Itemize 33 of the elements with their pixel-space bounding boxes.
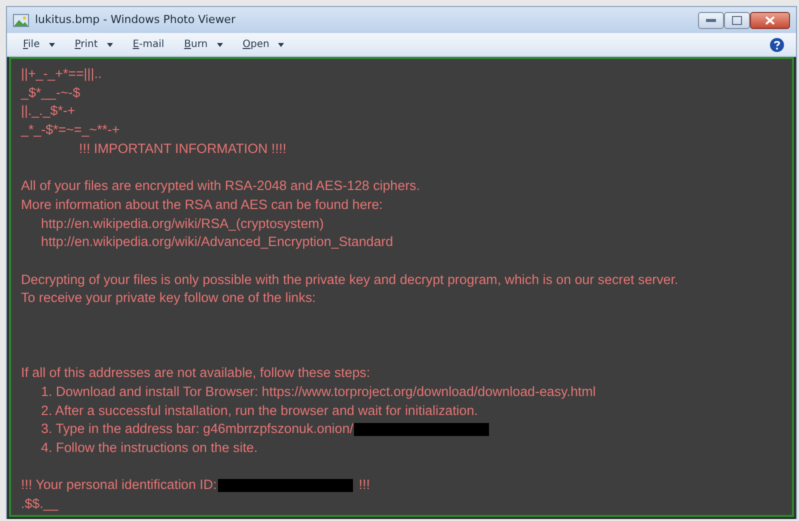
maximize-icon: [732, 16, 742, 24]
close-button[interactable]: [750, 12, 790, 28]
maximize-button[interactable]: [724, 12, 750, 28]
ascii-art-line: ||+_-_+*==|||..: [21, 65, 102, 83]
note-line: All of your files are encrypted with RSA-2048 and AES-128 ciphers.: [21, 177, 420, 196]
menu-button[interactable]: File: [23, 37, 55, 52]
note-line: Decrypting of your files is only possible with the private key and decrypt program, which is on our secret server.: [21, 270, 678, 289]
note-line: To receive your private key follow one of the links:: [21, 289, 316, 308]
note-line: More information about the RSA and AES can be found here:: [21, 196, 383, 214]
note-heading: !!! IMPORTANT INFORMATION !!!!: [79, 140, 286, 158]
note-text: !!!: [358, 476, 370, 494]
close-icon: [765, 16, 775, 24]
note-line: 1. Download and install Tor Browser: https://www.torproject.org/download/download-easy.html: [41, 382, 596, 401]
menu-button[interactable]: Open: [242, 37, 284, 52]
note-line: .$$.__: [21, 495, 58, 514]
menu-button[interactable]: Print: [74, 37, 113, 52]
note-line: 3. Type in the address bar: g46mbrrzpfszonuk.onion/: [41, 420, 354, 438]
window-title: lukitus.bmp - Windows Photo Viewer: [35, 12, 236, 28]
help-icon[interactable]: [770, 38, 784, 52]
minimize-icon: [706, 18, 716, 22]
note-line: http://en.wikipedia.org/wiki/RSA_(cryptosystem): [41, 214, 324, 233]
menu-button[interactable]: Burn: [184, 37, 223, 52]
photo-icon: [13, 14, 29, 26]
ascii-art-line: _*_-$*=~=_~**-+: [21, 121, 120, 140]
note-line: http://en.wikipedia.org/wiki/Advanced_Encryption_Standard: [41, 233, 394, 252]
note-line: If all of this addresses are not available, follow these steps:: [21, 364, 370, 382]
note-line: 2. After a successful installation, run the browser and wait for initialization.: [41, 402, 478, 420]
note-line: 4. Follow the instructions on the site.: [41, 438, 258, 457]
note-line: !!! Your personal identification ID:: [21, 476, 217, 494]
ascii-art-line: _$*__-~-$: [21, 84, 80, 102]
menu-button[interactable]: E-mail: [132, 37, 164, 52]
minimize-button[interactable]: [698, 12, 724, 28]
ascii-art-line: ||._._$*-+: [21, 102, 76, 120]
